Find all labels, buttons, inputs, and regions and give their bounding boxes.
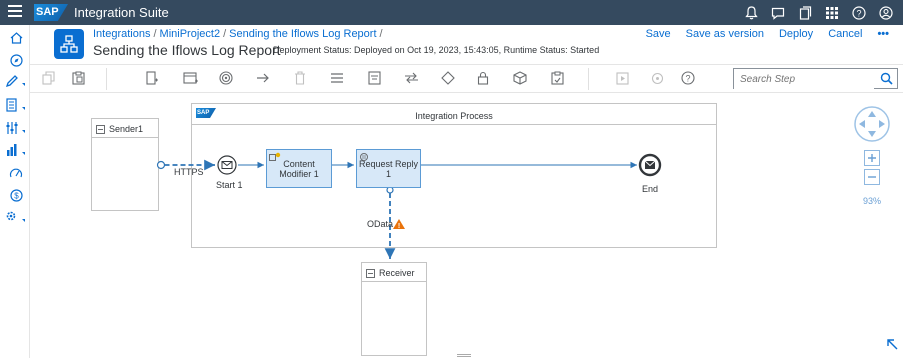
- documents-icon[interactable]: [796, 4, 814, 22]
- search-step-input[interactable]: [734, 70, 874, 89]
- design-canvas[interactable]: Sender1 SAP Integration Process Receiver: [30, 93, 903, 358]
- request-reply-icon: [360, 153, 368, 161]
- start-label: Start 1: [216, 180, 243, 190]
- cancel-button[interactable]: Cancel: [828, 28, 862, 40]
- expand-arrow-icon[interactable]: [886, 338, 898, 350]
- copy-icon[interactable]: [40, 70, 56, 86]
- content-modifier-icon: [269, 152, 281, 161]
- help-icon[interactable]: ?: [850, 4, 868, 22]
- breadcrumb-iflow[interactable]: Sending the Iflows Log Report: [229, 28, 376, 40]
- settings-gear-icon[interactable]: [4, 209, 28, 225]
- routing-diamond-icon[interactable]: [440, 70, 456, 86]
- breadcrumb: Integrations / MiniProject2/Sending the If…: [93, 28, 386, 40]
- list-lines-icon[interactable]: [329, 70, 345, 86]
- events-target-icon[interactable]: [218, 70, 234, 86]
- notifications-icon[interactable]: [742, 4, 760, 22]
- sender-port[interactable]: [156, 160, 166, 170]
- object-header: Integrations / MiniProject2/Sending the If…: [30, 25, 903, 65]
- user-avatar-icon[interactable]: [877, 4, 895, 22]
- home-icon[interactable]: [7, 30, 25, 46]
- end-event[interactable]: [638, 153, 662, 177]
- monitor-icon[interactable]: [4, 97, 28, 113]
- odata-label: OData: [367, 219, 394, 229]
- pan-navigator-icon[interactable]: [853, 105, 891, 143]
- breadcrumb-separator: /: [223, 28, 227, 40]
- breadcrumb-separator: /: [153, 28, 157, 40]
- delete-icon[interactable]: [292, 70, 308, 86]
- save-button[interactable]: Save: [646, 28, 671, 40]
- svg-text:$: $: [14, 191, 19, 200]
- end-label: End: [642, 184, 659, 194]
- add-participant-icon[interactable]: [144, 70, 160, 86]
- analytics-icon[interactable]: [4, 142, 28, 158]
- zoom-controls: 93%: [853, 105, 893, 206]
- https-label: HTTPS: [174, 167, 204, 177]
- pricing-dollar-icon[interactable]: $: [7, 187, 25, 203]
- shell-bar: SAP Integration Suite ?: [0, 0, 903, 25]
- help-question-icon[interactable]: ?: [680, 70, 696, 86]
- flow-connectors: !: [156, 153, 662, 259]
- sap-logo[interactable]: SAP: [34, 4, 68, 21]
- page-title: Sending the Iflows Log Report: [93, 42, 281, 58]
- search-icon[interactable]: [880, 72, 893, 85]
- start-event[interactable]: [217, 155, 237, 175]
- gauge-icon[interactable]: [7, 165, 25, 181]
- deployment-status: Deployment Status: Deployed on Oct 19, 2…: [273, 45, 600, 55]
- reset-icon[interactable]: [649, 70, 665, 86]
- paste-icon[interactable]: [70, 70, 86, 86]
- request-reply-step[interactable]: Request Reply 1: [356, 149, 421, 188]
- breadcrumb-project[interactable]: MiniProject2: [160, 28, 221, 40]
- simulation-play-icon[interactable]: [614, 70, 630, 86]
- more-actions-button[interactable]: •••: [877, 28, 889, 40]
- svg-text:?: ?: [856, 9, 861, 19]
- security-lock-icon[interactable]: [475, 70, 491, 86]
- breadcrumb-integrations[interactable]: Integrations: [93, 28, 150, 40]
- add-process-icon[interactable]: [182, 70, 198, 86]
- connector-arrow-icon[interactable]: [255, 70, 271, 86]
- discover-icon[interactable]: [7, 52, 25, 68]
- content-modifier-step[interactable]: Content Modifier 1: [266, 149, 332, 188]
- transformation-arrows-icon[interactable]: [403, 70, 419, 86]
- search-step-field[interactable]: [733, 68, 898, 89]
- zoom-in-icon[interactable]: [864, 150, 880, 166]
- palette-toolbar: ?: [30, 65, 903, 93]
- svg-text:!: !: [398, 223, 400, 230]
- zoom-level: 93%: [863, 196, 882, 206]
- warning-icon[interactable]: !: [393, 219, 405, 230]
- app-title: Integration Suite: [74, 5, 169, 20]
- deploy-button[interactable]: Deploy: [779, 28, 813, 40]
- validator-clipboard-icon[interactable]: [549, 70, 565, 86]
- svg-text:?: ?: [685, 74, 690, 84]
- settings-sliders-icon[interactable]: [4, 120, 28, 136]
- design-pencil-icon[interactable]: [4, 73, 28, 89]
- message-mapping-icon[interactable]: [366, 70, 382, 86]
- app-grid-icon[interactable]: [823, 4, 841, 22]
- splitter-handle[interactable]: [457, 354, 471, 357]
- breadcrumb-separator: /: [379, 28, 383, 40]
- menu-icon[interactable]: [8, 5, 22, 19]
- zoom-out-icon[interactable]: [864, 169, 880, 185]
- save-as-version-button[interactable]: Save as version: [686, 28, 764, 40]
- left-navigation: $: [0, 25, 30, 358]
- feedback-icon[interactable]: [769, 4, 787, 22]
- integration-flow-icon: [54, 29, 84, 59]
- persistence-cube-icon[interactable]: [512, 70, 528, 86]
